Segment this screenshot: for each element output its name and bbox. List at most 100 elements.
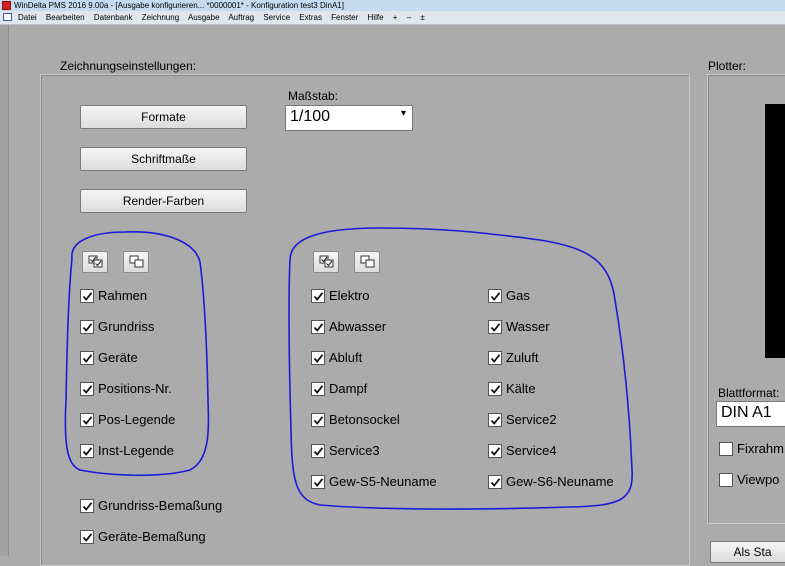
checkmark-icon [490, 292, 501, 301]
menu-extras[interactable]: Extras [299, 13, 322, 22]
checkbox-label: Grundriss-Bemaßung [98, 498, 223, 513]
checkbox-label: Abwasser [329, 319, 387, 334]
select-all-mid-button[interactable] [313, 251, 339, 273]
massstab-value: 1/100 [290, 108, 331, 125]
checkmark-icon [313, 292, 324, 301]
checkbox[interactable] [311, 382, 325, 396]
plotter-group-label: Plotter: [708, 59, 747, 73]
checkbox-label: Zuluft [506, 350, 539, 365]
checkmark-icon [82, 447, 93, 456]
menu-plus[interactable]: + [393, 13, 398, 22]
checkbox-label: Betonsockel [329, 412, 400, 427]
checkbox[interactable] [80, 382, 94, 396]
checkmark-icon [313, 385, 324, 394]
checkbox[interactable] [311, 351, 325, 365]
render-farben-button[interactable]: Render-Farben [80, 189, 247, 213]
checkmark-icon [313, 478, 324, 487]
checkbox-label: Dampf [329, 381, 368, 396]
checkbox-label: Abluft [329, 350, 363, 365]
blattformat-value: DIN A1 [721, 404, 772, 421]
menu-minus[interactable]: – [407, 13, 411, 22]
checkbox[interactable] [80, 289, 94, 303]
checkbox[interactable] [311, 320, 325, 334]
checkbox-label: Elektro [329, 288, 370, 303]
blattformat-label: Blattformat: [718, 386, 780, 400]
checkbox[interactable] [719, 473, 733, 487]
als-standard-button[interactable]: Als Sta [710, 541, 785, 563]
checkbox[interactable] [80, 530, 94, 544]
menu-ausgabe[interactable]: Ausgabe [188, 13, 220, 22]
checkmark-icon [82, 323, 93, 332]
mdi-window-icon[interactable] [3, 13, 12, 21]
checkbox[interactable] [488, 382, 502, 396]
checkbox-label: Service3 [329, 443, 380, 458]
schriftmasse-button[interactable]: Schriftmaße [80, 147, 247, 171]
menu-bearbeiten[interactable]: Bearbeiten [46, 13, 85, 22]
massstab-select[interactable]: 1/100 ▾ [285, 105, 413, 131]
checkmark-icon [490, 447, 501, 456]
checkbox[interactable] [311, 289, 325, 303]
blattformat-select[interactable]: DIN A1 [716, 401, 785, 427]
checkbox[interactable] [488, 351, 502, 365]
checkbox-label: Gas [506, 288, 530, 303]
menu-datenbank[interactable]: Datenbank [94, 13, 133, 22]
menu-datei[interactable]: Datei [18, 13, 37, 22]
checkbox-label: Gew-S6-Neuname [506, 474, 614, 489]
plotter-preview [765, 104, 785, 358]
select-all-icon [88, 255, 103, 268]
checkmark-icon [313, 323, 324, 332]
checkbox[interactable] [311, 413, 325, 427]
checkmark-icon [82, 292, 93, 301]
checkbox-label: Viewpo [737, 472, 780, 487]
checkbox[interactable] [80, 499, 94, 513]
deselect-all-icon [360, 255, 375, 268]
checkbox-label: Grundriss [98, 319, 155, 334]
checkbox[interactable] [311, 444, 325, 458]
checkbox-label: Fixrahm [737, 441, 784, 456]
deselect-all-icon [129, 255, 144, 268]
checkbox[interactable] [488, 475, 502, 489]
formate-button[interactable]: Formate [80, 105, 247, 129]
checkbox[interactable] [311, 475, 325, 489]
checkbox-label: Pos-Legende [98, 412, 176, 427]
checkbox[interactable] [80, 444, 94, 458]
select-all-left-button[interactable] [82, 251, 108, 273]
menu-plusminus[interactable]: ± [420, 13, 424, 22]
checkmark-icon [82, 502, 93, 511]
menu-auftrag[interactable]: Auftrag [228, 13, 254, 22]
checkbox-label: Wasser [506, 319, 550, 334]
checkbox-label: Kälte [506, 381, 536, 396]
checkmark-icon [490, 354, 501, 363]
checkmark-icon [82, 385, 93, 394]
checkbox[interactable] [80, 413, 94, 427]
checkbox-label: Inst-Legende [98, 443, 174, 458]
select-all-icon [319, 255, 334, 268]
menu-hilfe[interactable]: Hilfe [368, 13, 384, 22]
checkbox[interactable] [719, 442, 733, 456]
checkbox[interactable] [80, 351, 94, 365]
chevron-down-icon: ▾ [400, 108, 406, 119]
checkmark-icon [82, 354, 93, 363]
checkmark-icon [82, 416, 93, 425]
menu-fenster[interactable]: Fenster [331, 13, 358, 22]
massstab-label: Maßstab: [288, 89, 339, 103]
checkbox[interactable] [488, 413, 502, 427]
checkbox[interactable] [488, 444, 502, 458]
checkmark-icon [313, 447, 324, 456]
checkbox-label: Service4 [506, 443, 557, 458]
deselect-all-left-button[interactable] [123, 251, 149, 273]
app-icon [2, 1, 11, 10]
checkbox-label: Geräte [98, 350, 138, 365]
menu-service[interactable]: Service [263, 13, 290, 22]
zeichnung-group-label: Zeichnungseinstellungen: [60, 59, 197, 73]
checkmark-icon [82, 533, 93, 542]
checkmark-icon [313, 416, 324, 425]
menu-bar: Datei Bearbeiten Datenbank Zeichnung Aus… [0, 11, 785, 25]
checkbox[interactable] [488, 320, 502, 334]
checkbox-label: Service2 [506, 412, 557, 427]
menu-zeichnung[interactable]: Zeichnung [142, 13, 179, 22]
checkmark-icon [490, 478, 501, 487]
checkbox[interactable] [488, 289, 502, 303]
checkbox[interactable] [80, 320, 94, 334]
deselect-all-mid-button[interactable] [354, 251, 380, 273]
